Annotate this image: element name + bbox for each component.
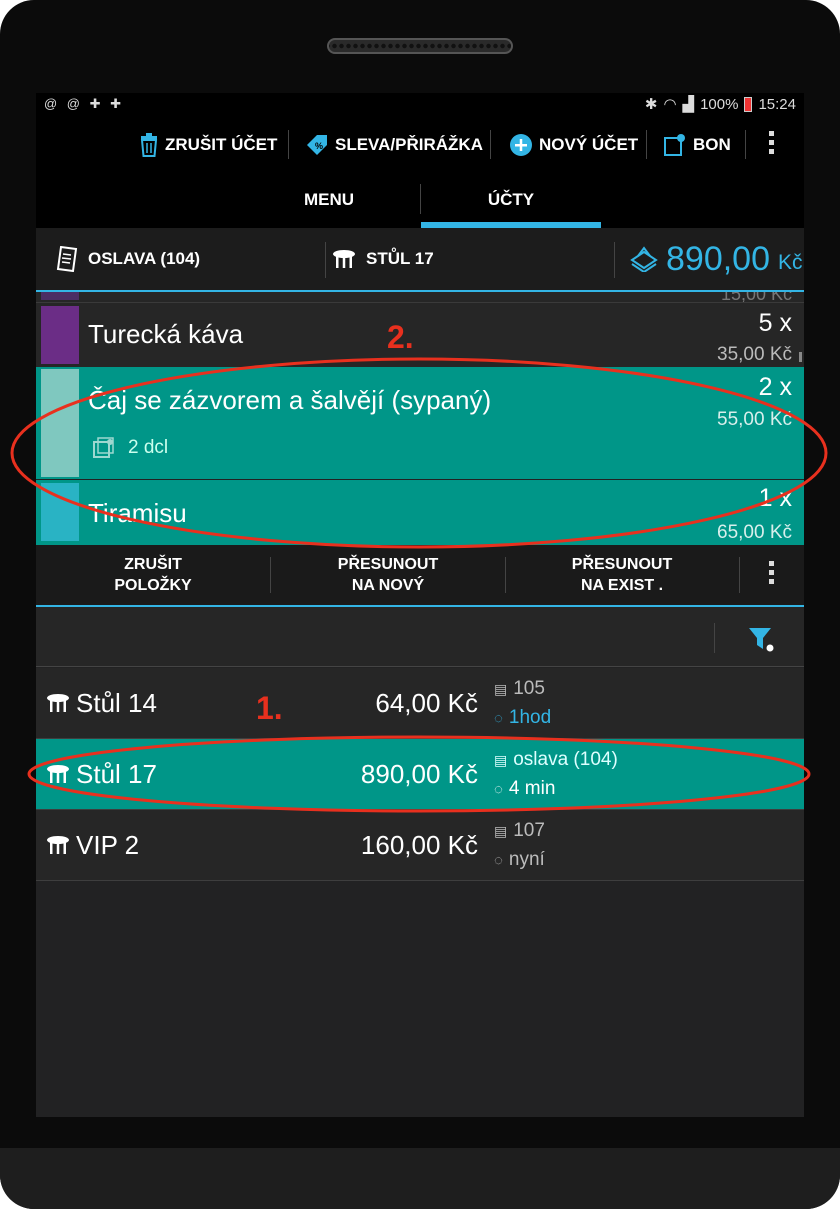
annotation-ellipse-account <box>27 735 811 813</box>
annotation-number-2: 2. <box>387 319 414 355</box>
annotation-overlay <box>10 357 828 813</box>
annotation-number-1: 1. <box>256 690 283 726</box>
annotation-ellipse-items <box>10 357 828 549</box>
